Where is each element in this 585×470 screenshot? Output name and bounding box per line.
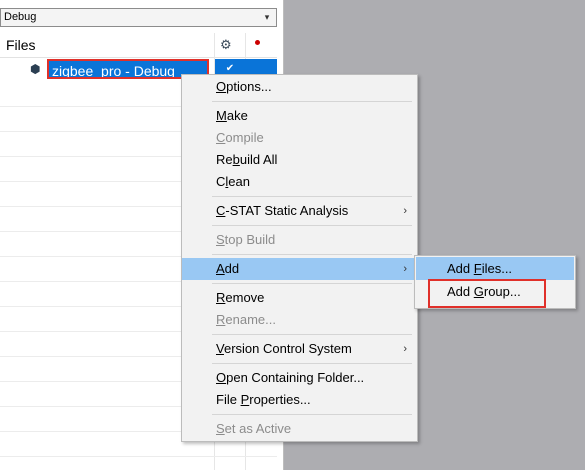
- menu-item-open-folder[interactable]: Open Containing Folder...: [182, 367, 417, 389]
- project-icon: ⬢: [30, 62, 41, 76]
- files-column-header: Files: [0, 33, 277, 58]
- menu-separator: [212, 283, 412, 284]
- menu-separator: [212, 225, 412, 226]
- chevron-right-icon: ›: [403, 343, 407, 355]
- menu-item-stop-build: Stop Build: [216, 232, 276, 247]
- menu-item-compile: Compile: [216, 130, 264, 145]
- menu-item-remove[interactable]: Remove: [182, 287, 417, 309]
- menu-item-set-active: Set as Active: [216, 421, 292, 436]
- menu-item-version-control[interactable]: Version Control System ›: [182, 338, 417, 360]
- configuration-value: Debug: [4, 11, 37, 23]
- menu-item-clean[interactable]: Clean: [182, 171, 417, 193]
- build-status-icon: [255, 40, 260, 45]
- menu-item-cstat[interactable]: C-STAT Static Analysis ›: [182, 200, 417, 222]
- context-menu: Options... Make Compile Rebuild All Clea…: [181, 74, 418, 442]
- menu-separator: [212, 196, 412, 197]
- menu-item-add-files[interactable]: Add Files...: [416, 257, 574, 280]
- menu-item-rename: Rename...: [216, 312, 276, 327]
- menu-separator: [212, 363, 412, 364]
- gear-icon[interactable]: ⚙: [220, 37, 232, 53]
- annotation-highlight-box: [428, 279, 546, 308]
- menu-separator: [212, 414, 412, 415]
- menu-item-options[interactable]: Options...: [182, 76, 417, 98]
- menu-item-add[interactable]: Add ›: [182, 258, 417, 280]
- menu-separator: [212, 334, 412, 335]
- configuration-select[interactable]: Debug ▾: [0, 8, 277, 27]
- menu-separator: [212, 254, 412, 255]
- files-title: Files: [6, 37, 36, 53]
- chevron-right-icon: ›: [403, 205, 407, 217]
- menu-item-rebuild-all[interactable]: Rebuild All: [182, 149, 417, 171]
- row-divider: [0, 456, 277, 457]
- menu-separator: [212, 101, 412, 102]
- menu-item-file-properties[interactable]: File Properties...: [182, 389, 417, 411]
- chevron-right-icon: ›: [403, 263, 407, 275]
- chevron-down-icon[interactable]: ▾: [261, 10, 273, 25]
- menu-item-make[interactable]: Make: [182, 105, 417, 127]
